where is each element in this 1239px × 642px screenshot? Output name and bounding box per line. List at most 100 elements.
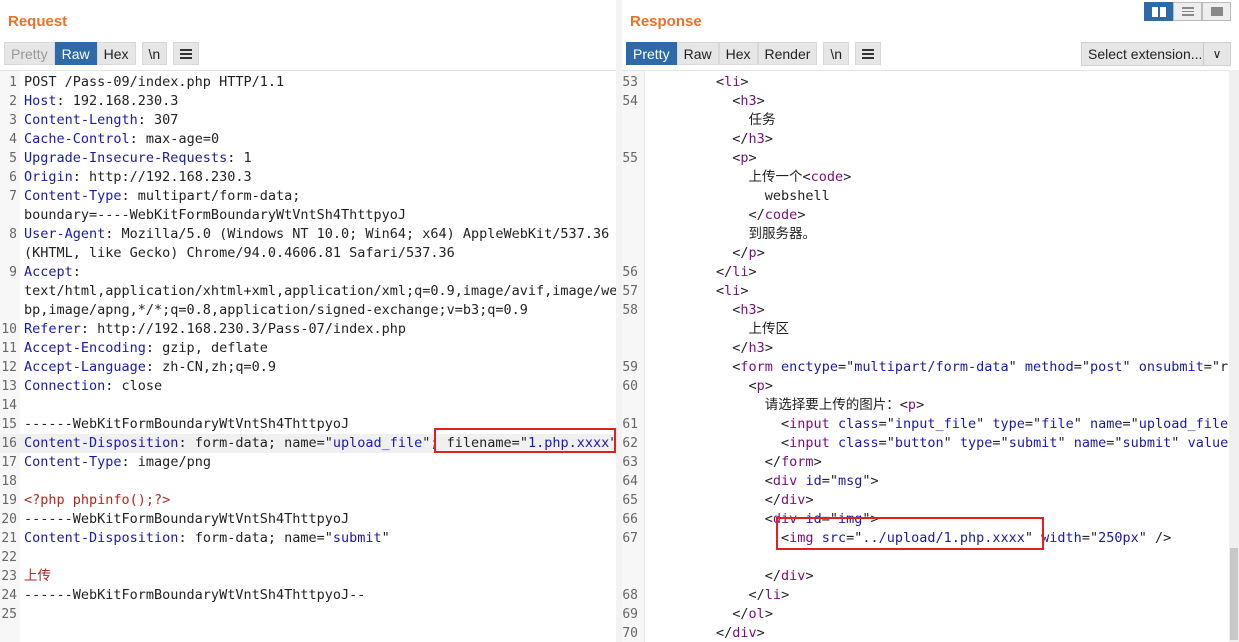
code-line: 3 Content-Length: 307 xyxy=(0,111,616,130)
code-text: <h3> xyxy=(651,302,765,318)
code-line: (KHTML, like Gecko) Chrome/94.0.4606.81 … xyxy=(0,244,616,263)
code-text: Origin: http://192.168.230.3 xyxy=(24,169,252,185)
line-number: 66 xyxy=(622,512,638,527)
code-text: webshell xyxy=(651,188,830,204)
code-text: 任务 xyxy=(651,112,776,128)
tab-render[interactable]: Render xyxy=(757,42,818,65)
newline-toggle-button[interactable]: \n xyxy=(823,42,850,65)
line-number: 60 xyxy=(622,379,638,394)
code-line: 68 </li> xyxy=(622,586,1239,605)
code-line: 9 Accept: xyxy=(0,263,616,282)
code-text: 上传区 xyxy=(651,321,790,337)
code-text: Referer: http://192.168.230.3/Pass-07/in… xyxy=(24,321,407,337)
code-text: </ol> xyxy=(651,606,773,622)
line-number: 61 xyxy=(622,417,638,432)
code-text: <input class="input_file" type="file" na… xyxy=(651,416,1229,432)
code-line: 20 ------WebKitFormBoundaryWtVntSh4Thttpy… xyxy=(0,510,616,529)
line-number: 12 xyxy=(1,360,17,375)
split-rows-icon[interactable] xyxy=(1173,2,1202,21)
line-number: 21 xyxy=(1,531,17,546)
request-pane: Request Pretty Raw Hex \n 1 POST /Pass-09… xyxy=(0,0,616,642)
code-line: 8 User-Agent: Mozilla/5.0 (Windows NT 10.… xyxy=(0,225,616,244)
chevron-down-icon: ∨ xyxy=(1203,43,1230,65)
line-number: 68 xyxy=(622,588,638,603)
code-line: </h3> xyxy=(622,339,1239,358)
line-number: 62 xyxy=(622,436,638,451)
line-number: 14 xyxy=(1,398,17,413)
code-line: 59 <form enctype="multipart/form-data" m… xyxy=(622,358,1239,377)
line-number: 53 xyxy=(622,75,638,90)
code-line: 请选择要上传的图片：<p> xyxy=(622,396,1239,415)
code-text: </code> xyxy=(651,207,806,223)
code-line: 23 上传 xyxy=(0,567,616,586)
code-line: 22 xyxy=(0,548,616,567)
code-text: boundary=----WebKitFormBoundaryWtVntSh4T… xyxy=(24,207,407,223)
code-text: <li> xyxy=(651,74,749,90)
line-number: 58 xyxy=(622,303,638,318)
code-text: POST /Pass-09/index.php HTTP/1.1 xyxy=(24,74,285,90)
hamburger-icon[interactable] xyxy=(173,42,200,65)
scroll-thumb[interactable] xyxy=(1230,548,1238,640)
line-number: 2 xyxy=(9,94,17,109)
code-line: 6 Origin: http://192.168.230.3 xyxy=(0,168,616,187)
split-columns-icon[interactable] xyxy=(1144,2,1173,21)
code-line: 上传区 xyxy=(622,320,1239,339)
code-text: <li> xyxy=(651,283,749,299)
code-text: <?php phpinfo();?> xyxy=(24,492,171,508)
line-number: 6 xyxy=(9,170,17,185)
code-line: 2 Host: 192.168.230.3 xyxy=(0,92,616,111)
code-text: </li> xyxy=(651,587,790,603)
tab-hex[interactable]: Hex xyxy=(718,42,758,65)
code-line: 10 Referer: http://192.168.230.3/Pass-07/… xyxy=(0,320,616,339)
code-line: 70 </div> xyxy=(622,624,1239,642)
code-line: 53 <li> xyxy=(622,73,1239,92)
code-text: 到服务器。 xyxy=(651,226,817,242)
line-number: 24 xyxy=(1,588,17,603)
tab-raw[interactable]: Raw xyxy=(54,42,97,65)
code-line: </h3> xyxy=(622,130,1239,149)
code-text: User-Agent: Mozilla/5.0 (Windows NT 10.0… xyxy=(24,226,610,242)
code-text: Content-Length: 307 xyxy=(24,112,179,128)
line-number: 5 xyxy=(9,151,17,166)
request-title: Request xyxy=(8,13,68,30)
layout-switcher xyxy=(1144,2,1231,21)
code-text: Accept: xyxy=(24,264,81,280)
code-line: 69 </ol> xyxy=(622,605,1239,624)
hamburger-icon[interactable] xyxy=(855,42,882,65)
line-number: 18 xyxy=(1,474,17,489)
code-text: Content-Type: image/png xyxy=(24,454,211,470)
code-line: 25 xyxy=(0,605,616,624)
newline-toggle-button[interactable]: \n xyxy=(141,42,168,65)
single-pane-icon[interactable] xyxy=(1202,2,1231,21)
code-text: </form> xyxy=(651,454,822,470)
code-line: 13 Connection: close xyxy=(0,377,616,396)
request-editor[interactable]: 1 POST /Pass-09/index.php HTTP/1.1 2 Host: … xyxy=(0,70,616,642)
response-scrollbar[interactable] xyxy=(1229,70,1239,642)
code-line: </code> xyxy=(622,206,1239,225)
code-line: text/html,application/xhtml+xml,applicat… xyxy=(0,282,616,301)
code-text: (KHTML, like Gecko) Chrome/94.0.4606.81 … xyxy=(24,245,455,261)
code-line: 12 Accept-Language: zh-CN,zh;q=0.9 xyxy=(0,358,616,377)
tab-pretty[interactable]: Pretty xyxy=(626,42,677,65)
code-text: Accept-Encoding: gzip, deflate xyxy=(24,340,268,356)
code-text: 上传一个<code> xyxy=(651,169,852,185)
highlight-box xyxy=(434,428,616,453)
tab-raw[interactable]: Raw xyxy=(676,42,719,65)
highlight-box xyxy=(776,517,1044,550)
line-number: 69 xyxy=(622,607,638,622)
response-editor[interactable]: 53 <li> 54 <h3> 任务 </h3> 55 <p> 上传一个<code>… xyxy=(622,70,1239,642)
tab-hex[interactable]: Hex xyxy=(96,42,136,65)
code-line: 61 <input class="input_file" type="file"… xyxy=(622,415,1239,434)
line-number: 70 xyxy=(622,626,638,641)
code-line: 24 ------WebKitFormBoundaryWtVntSh4Thttpy… xyxy=(0,586,616,605)
tab-pretty[interactable]: Pretty xyxy=(4,42,55,65)
code-line: 17 Content-Type: image/png xyxy=(0,453,616,472)
code-text: text/html,application/xhtml+xml,applicat… xyxy=(24,283,616,299)
line-number: 22 xyxy=(1,550,17,565)
line-number: 59 xyxy=(622,360,638,375)
line-number: 3 xyxy=(9,113,17,128)
select-extension-dropdown[interactable]: Select extension... ∨ xyxy=(1081,42,1231,66)
code-line: 56 </li> xyxy=(622,263,1239,282)
line-number: 57 xyxy=(622,284,638,299)
code-text: ------WebKitFormBoundaryWtVntSh4ThttpyoJ xyxy=(24,416,350,432)
